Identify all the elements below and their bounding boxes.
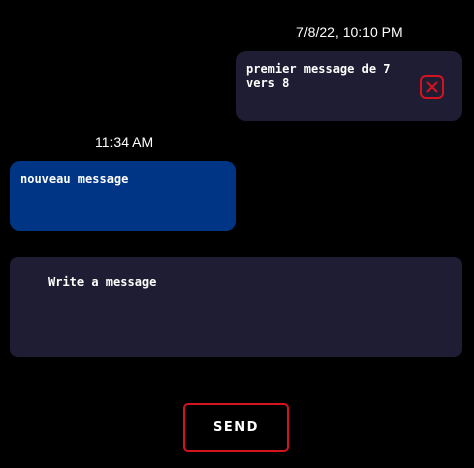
received-message-bubble: nouveau message — [10, 161, 236, 231]
message-composer — [10, 257, 462, 357]
message-timestamp: 7/8/22, 10:10 PM — [296, 24, 403, 40]
delete-message-button[interactable] — [419, 74, 445, 100]
message-input[interactable] — [48, 275, 448, 345]
message-text: premier message de 7 vers 8 — [246, 62, 391, 90]
message-text: nouveau message — [20, 172, 129, 186]
close-square-icon — [420, 75, 444, 99]
message-timestamp: 11:34 AM — [95, 134, 154, 150]
send-button[interactable]: SEND — [183, 403, 289, 452]
